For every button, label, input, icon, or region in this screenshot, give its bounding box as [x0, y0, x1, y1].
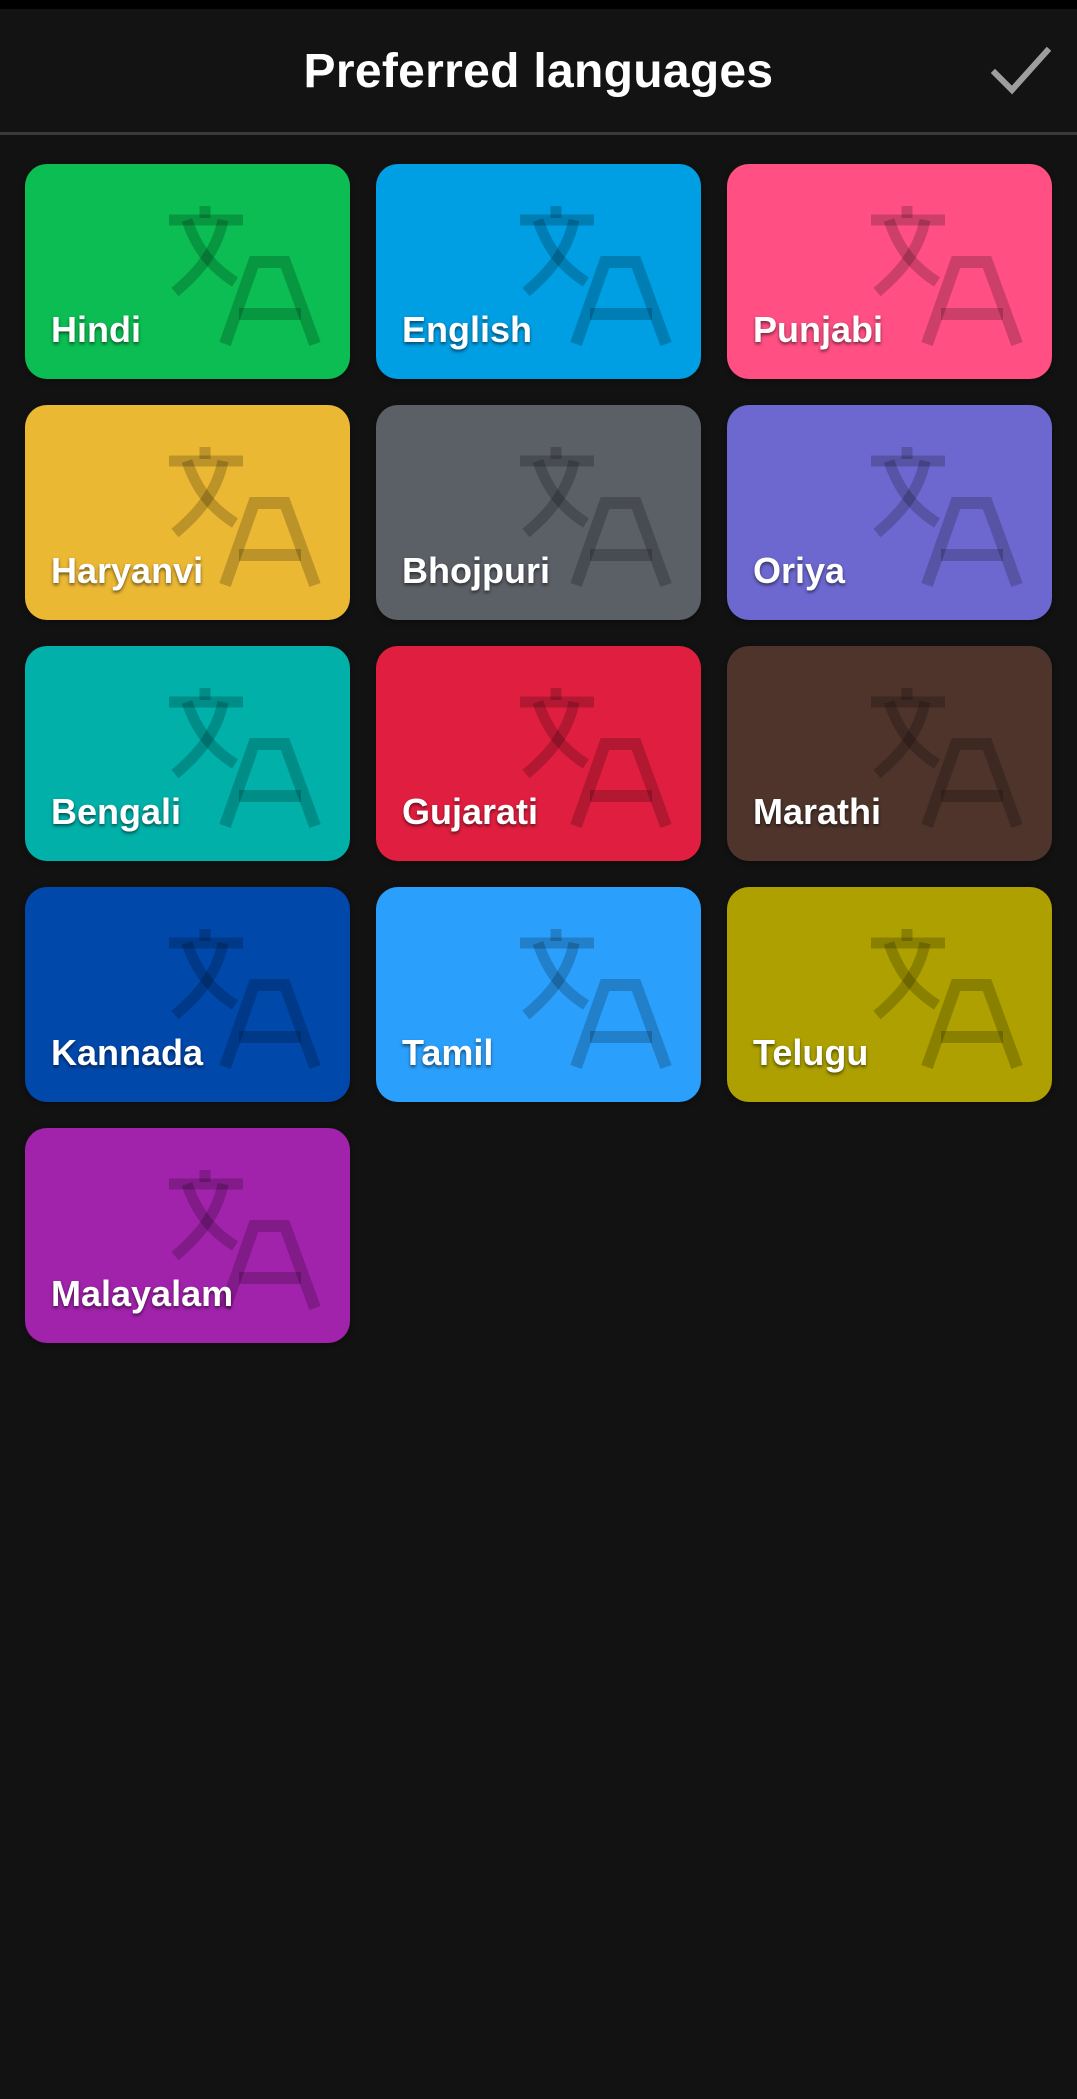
language-label: Hindi	[51, 309, 141, 350]
language-tile-telugu[interactable]: Telugu	[727, 887, 1052, 1102]
language-label: English	[402, 309, 533, 350]
language-label: Malayalam	[51, 1273, 234, 1314]
language-tile-kannada[interactable]: Kannada	[25, 887, 350, 1102]
language-tile-marathi[interactable]: Marathi	[727, 646, 1052, 861]
language-tile-hindi[interactable]: Hindi	[25, 164, 350, 379]
language-label: Telugu	[753, 1032, 869, 1073]
translate-icon	[520, 688, 672, 829]
translate-icon	[871, 929, 1023, 1070]
language-label: Marathi	[753, 791, 882, 832]
translate-icon	[520, 206, 672, 347]
language-tile-english[interactable]: English	[376, 164, 701, 379]
page-title: Preferred languages	[303, 45, 774, 98]
language-label: Gujarati	[402, 791, 539, 832]
language-tile-oriya[interactable]: Oriya	[727, 405, 1052, 620]
language-grid: Hindi English Punjabi Haryanvi Bhojpuri …	[25, 164, 1055, 1343]
language-label: Bhojpuri	[402, 550, 550, 591]
language-tile-punjabi[interactable]: Punjabi	[727, 164, 1052, 379]
language-label: Bengali	[51, 791, 182, 832]
language-tile-bhojpuri[interactable]: Bhojpuri	[376, 405, 701, 620]
language-label: Kannada	[51, 1032, 204, 1073]
translate-icon	[871, 447, 1023, 588]
checkmark-icon	[990, 46, 1052, 95]
language-tile-gujarati[interactable]: Gujarati	[376, 646, 701, 861]
translate-icon	[871, 688, 1023, 829]
language-label: Haryanvi	[51, 550, 204, 591]
language-tile-tamil[interactable]: Tamil	[376, 887, 701, 1102]
language-tile-haryanvi[interactable]: Haryanvi	[25, 405, 350, 620]
language-tile-malayalam[interactable]: Malayalam	[25, 1128, 350, 1343]
language-tile-bengali[interactable]: Bengali	[25, 646, 350, 861]
app-bar: Preferred languages	[0, 9, 1077, 135]
language-label: Tamil	[402, 1032, 494, 1073]
translate-icon	[520, 929, 672, 1070]
translate-icon	[169, 206, 321, 347]
language-label: Oriya	[753, 550, 846, 591]
translate-icon	[871, 206, 1023, 347]
translate-icon	[169, 688, 321, 829]
status-bar	[0, 0, 1077, 9]
done-button[interactable]	[990, 42, 1052, 102]
language-label: Punjabi	[753, 309, 884, 350]
